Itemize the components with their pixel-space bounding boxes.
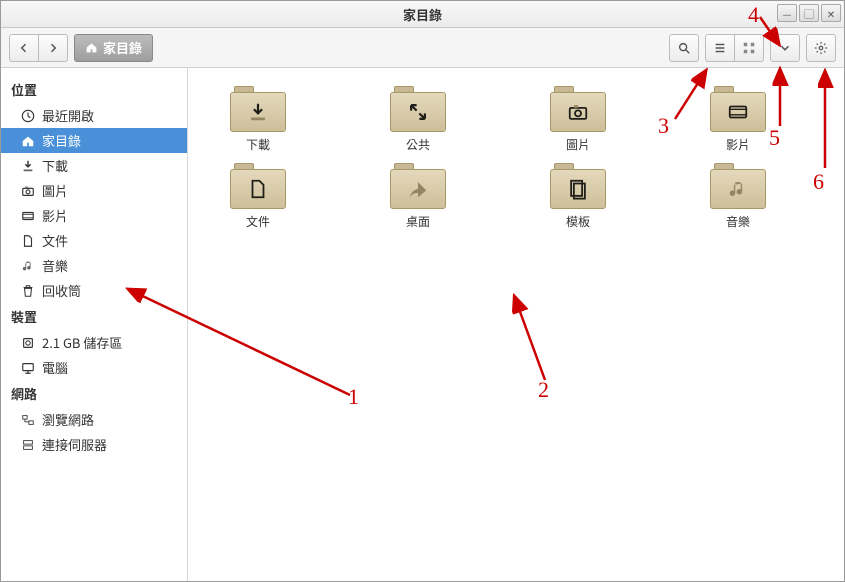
network-icon xyxy=(21,413,35,427)
folder-icon xyxy=(550,163,606,209)
sidebar-item-label: 文件 xyxy=(42,231,68,250)
back-button[interactable] xyxy=(9,34,39,62)
sidebar-item-label: 回收筒 xyxy=(42,281,81,300)
search-button[interactable] xyxy=(669,34,699,62)
view-grid-button[interactable] xyxy=(734,34,764,62)
clock-icon xyxy=(21,109,35,123)
window-title: 家目錄 xyxy=(403,5,442,24)
sidebar-item[interactable]: 電腦 xyxy=(1,355,187,380)
folder-label: 模板 xyxy=(566,213,590,230)
forward-button[interactable] xyxy=(38,34,68,62)
chevron-down-icon xyxy=(778,41,792,55)
folder-label: 圖片 xyxy=(566,136,590,153)
video-icon xyxy=(21,209,35,223)
sidebar-item[interactable]: 下載 xyxy=(1,153,187,178)
sidebar-item[interactable]: 瀏覽網路 xyxy=(1,407,187,432)
folder-icon xyxy=(710,163,766,209)
sidebar-item[interactable]: 2.1 GB 儲存區 xyxy=(1,330,187,355)
maximize-button[interactable]: ▢ xyxy=(799,4,819,22)
grid-icon xyxy=(742,41,756,55)
folder-item[interactable]: 桌面 xyxy=(358,163,478,230)
sidebar-item[interactable]: 圖片 xyxy=(1,178,187,203)
content-pane[interactable]: 下載 公共 圖片 影片文件 桌面 模板 音樂 xyxy=(188,68,844,581)
folder-icon xyxy=(230,163,286,209)
sidebar: 位置最近開啟家目錄下載圖片影片文件音樂回收筒裝置 2.1 GB 儲存區電腦網路瀏覽… xyxy=(1,68,188,581)
folder-item[interactable]: 文件 xyxy=(198,163,318,230)
home-icon xyxy=(21,134,35,148)
sidebar-item-label: 影片 xyxy=(42,206,68,225)
folder-label: 下載 xyxy=(246,136,270,153)
home-icon xyxy=(85,41,98,54)
gear-icon xyxy=(814,41,828,55)
sidebar-item-label: 瀏覽網路 xyxy=(42,410,94,429)
folder-icon xyxy=(550,86,606,132)
sidebar-item[interactable]: 影片 xyxy=(1,203,187,228)
list-icon xyxy=(713,41,727,55)
minimize-button[interactable]: — xyxy=(777,4,797,22)
folder-item[interactable]: 公共 xyxy=(358,86,478,153)
path-home-button[interactable]: 家目錄 xyxy=(74,34,153,62)
folder-label: 影片 xyxy=(726,136,750,153)
sidebar-section-label: 裝置 xyxy=(1,303,187,330)
sidebar-item-label: 2.1 GB 儲存區 xyxy=(42,333,122,352)
close-button[interactable]: ✕ xyxy=(821,4,841,22)
folder-icon xyxy=(390,163,446,209)
folder-item[interactable]: 模板 xyxy=(518,163,638,230)
sidebar-section-label: 位置 xyxy=(1,76,187,103)
folder-icon xyxy=(710,86,766,132)
folder-item[interactable]: 音樂 xyxy=(678,163,798,230)
sidebar-item[interactable]: 連接伺服器 xyxy=(1,432,187,457)
sidebar-item[interactable]: 最近開啟 xyxy=(1,103,187,128)
music-icon xyxy=(21,259,35,273)
window-controls: — ▢ ✕ xyxy=(777,4,841,22)
sidebar-item[interactable]: 回收筒 xyxy=(1,278,187,303)
path-label: 家目錄 xyxy=(103,38,142,57)
folder-item[interactable]: 影片 xyxy=(678,86,798,153)
server-icon xyxy=(21,438,35,452)
settings-button[interactable] xyxy=(806,34,836,62)
sidebar-item[interactable]: 家目錄 xyxy=(1,128,187,153)
trash-icon xyxy=(21,284,35,298)
folder-item[interactable]: 圖片 xyxy=(518,86,638,153)
sidebar-item-label: 家目錄 xyxy=(42,131,81,150)
sidebar-item-label: 下載 xyxy=(42,156,68,175)
folder-icon xyxy=(390,86,446,132)
folder-icon xyxy=(230,86,286,132)
sidebar-item-label: 音樂 xyxy=(42,256,68,275)
folder-label: 音樂 xyxy=(726,213,750,230)
computer-icon xyxy=(21,361,35,375)
toolbar: 家目錄 xyxy=(1,28,844,68)
sidebar-item-label: 電腦 xyxy=(42,358,68,377)
view-list-button[interactable] xyxy=(705,34,735,62)
sidebar-item[interactable]: 文件 xyxy=(1,228,187,253)
disk-icon xyxy=(21,336,35,350)
sidebar-item[interactable]: 音樂 xyxy=(1,253,187,278)
search-icon xyxy=(677,41,691,55)
folder-label: 文件 xyxy=(246,213,270,230)
sidebar-section-label: 網路 xyxy=(1,380,187,407)
sidebar-item-label: 圖片 xyxy=(42,181,68,200)
folder-label: 桌面 xyxy=(406,213,430,230)
folder-item[interactable]: 下載 xyxy=(198,86,318,153)
view-options-button[interactable] xyxy=(770,34,800,62)
download-icon xyxy=(21,159,35,173)
file-manager-window: 家目錄 — ▢ ✕ 家目錄 位置最近開啟家目錄下載圖片影片文件音樂回收筒裝置2.… xyxy=(0,0,845,582)
document-icon xyxy=(21,234,35,248)
sidebar-item-label: 最近開啟 xyxy=(42,106,94,125)
folder-label: 公共 xyxy=(406,136,430,153)
titlebar: 家目錄 — ▢ ✕ xyxy=(1,1,844,28)
sidebar-item-label: 連接伺服器 xyxy=(42,435,107,454)
camera-icon xyxy=(21,184,35,198)
